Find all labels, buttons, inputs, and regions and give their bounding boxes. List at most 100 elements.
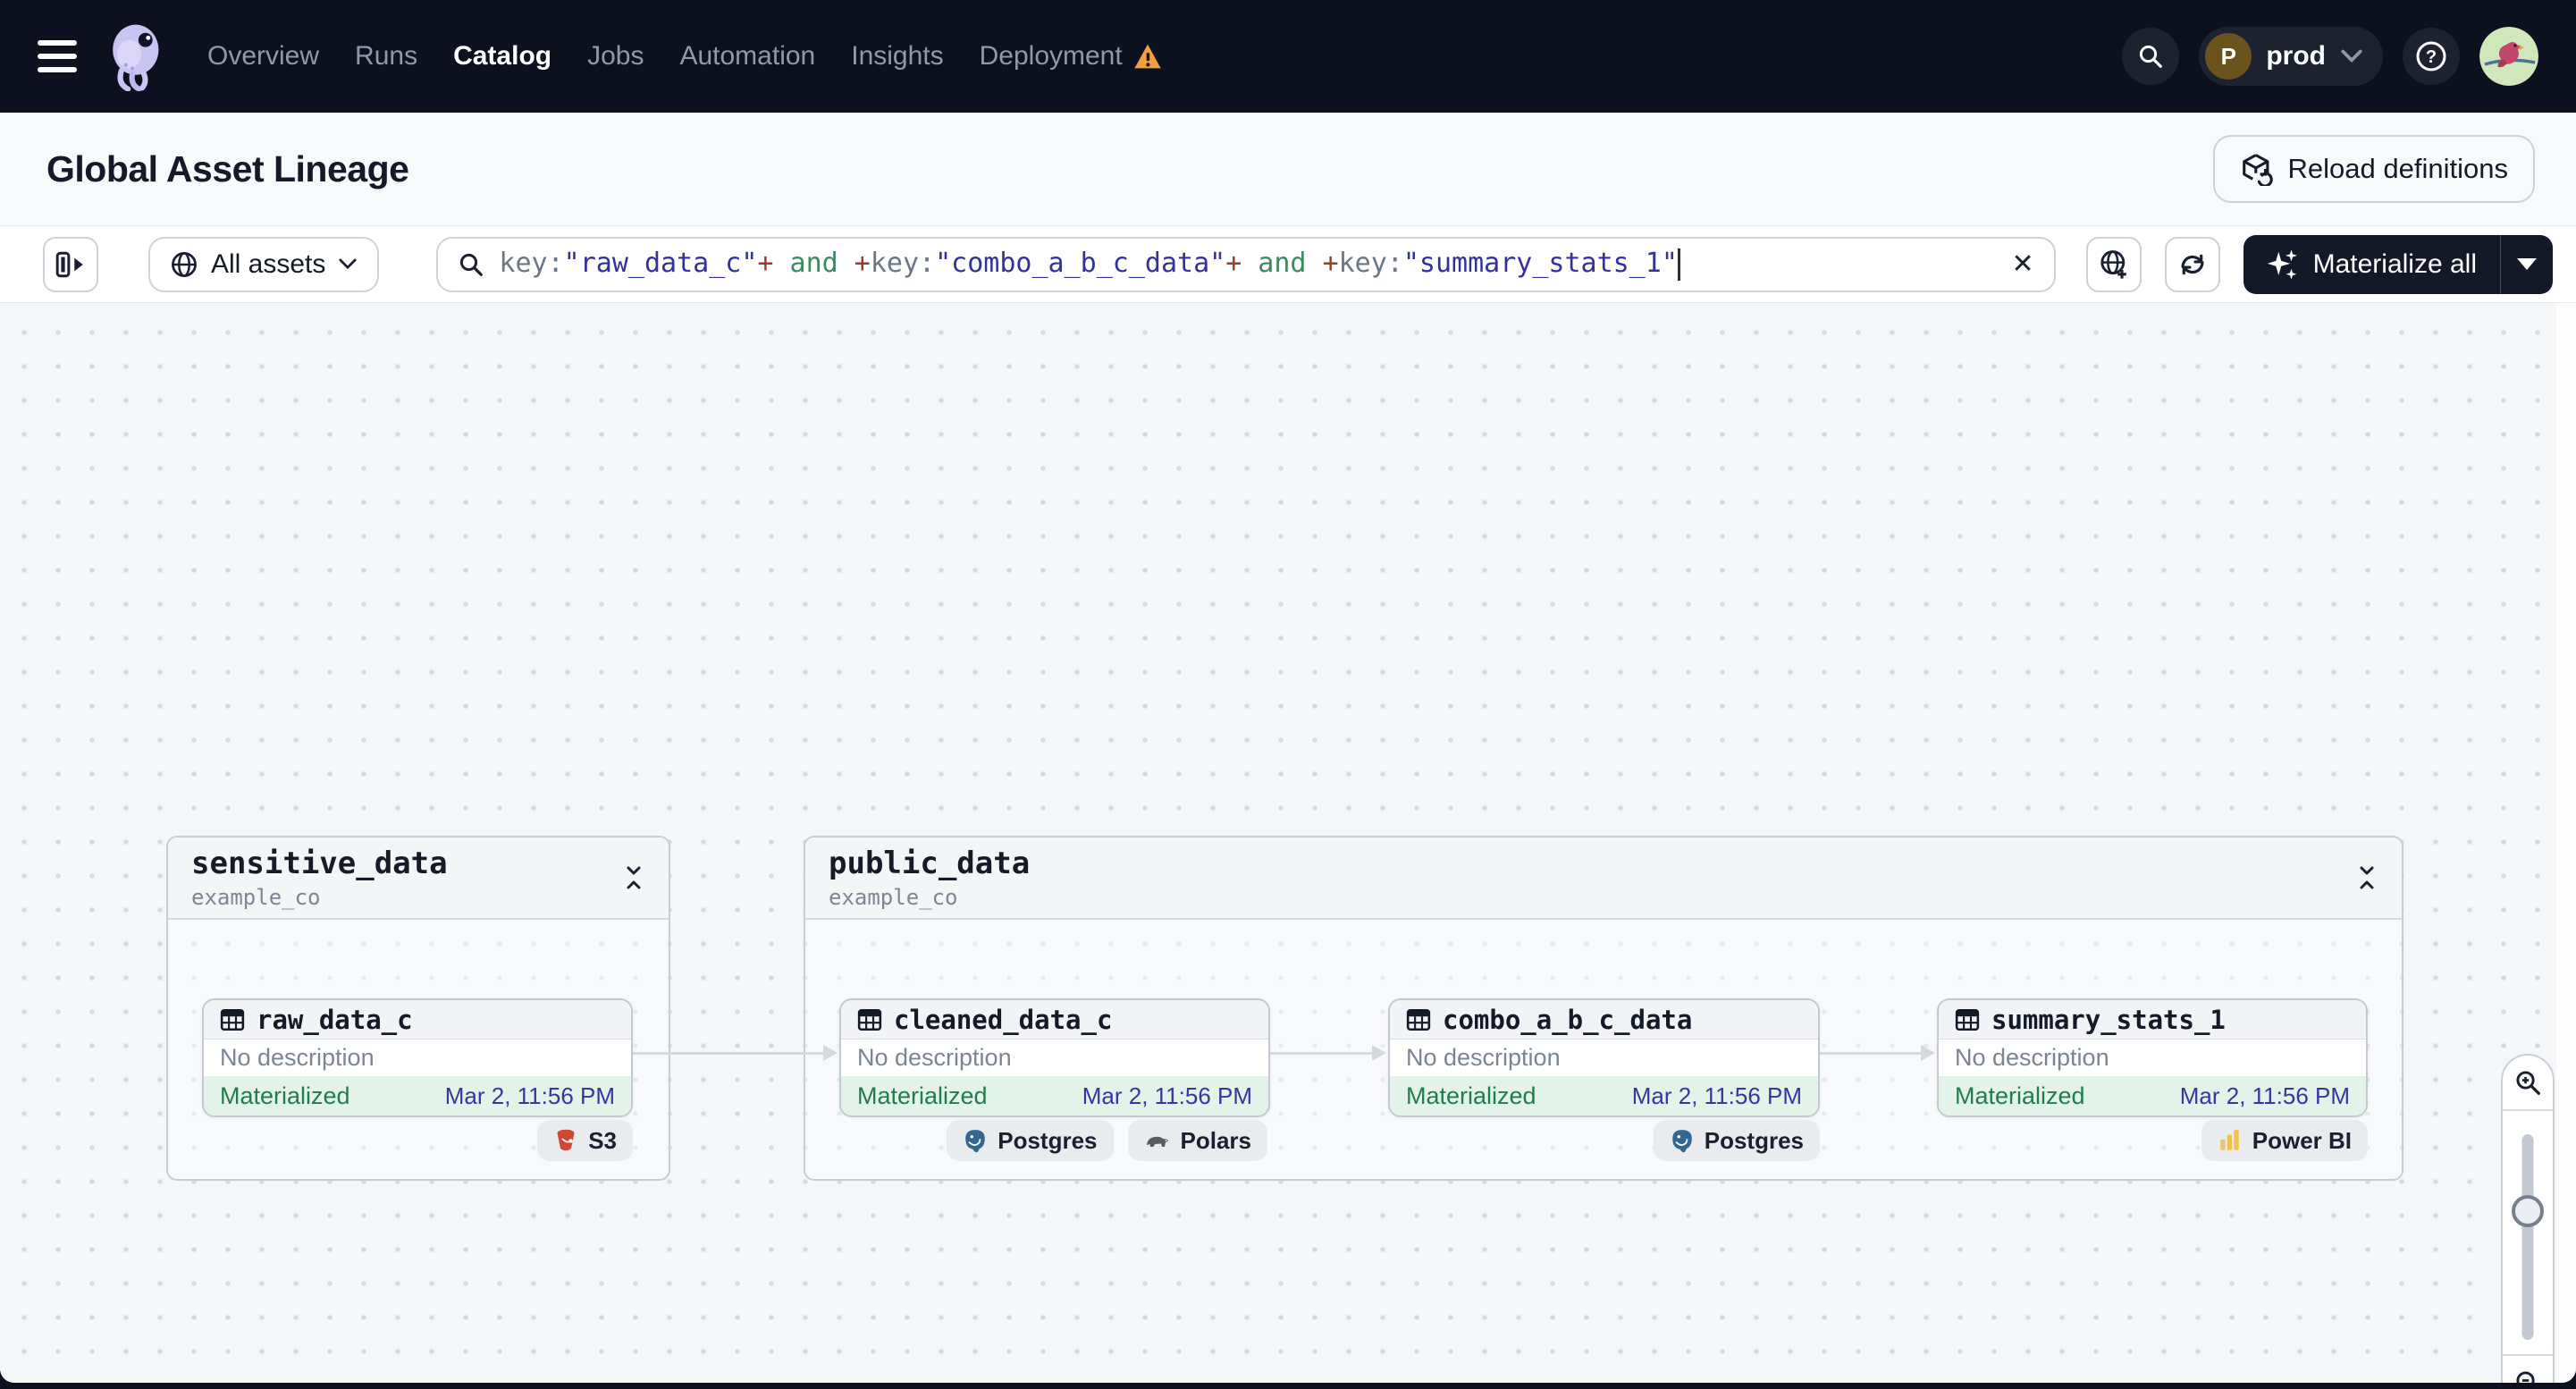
main-content: Global Asset Lineage Reload definitions bbox=[0, 113, 2576, 1383]
kind-badge-label: Power BI bbox=[2252, 1126, 2352, 1154]
asset-description: No description bbox=[1955, 1044, 2109, 1071]
postgres-icon bbox=[1671, 1130, 1692, 1153]
refresh-button[interactable] bbox=[2164, 236, 2220, 292]
canvas-right-gutter bbox=[2556, 303, 2576, 1383]
asset-scope-dropdown[interactable]: All assets bbox=[148, 236, 380, 292]
asset-name: cleaned_data_c bbox=[894, 1004, 1113, 1035]
panel-expand-icon bbox=[55, 251, 83, 277]
help-icon: ? bbox=[2416, 41, 2446, 72]
hamburger-menu-icon[interactable] bbox=[38, 40, 77, 72]
asset-node-cleaned-data-c[interactable]: cleaned_data_c No description Materializ… bbox=[839, 998, 1270, 1117]
collapse-group-icon[interactable] bbox=[622, 864, 645, 891]
search-icon bbox=[2140, 45, 2163, 68]
environment-avatar: P bbox=[2205, 33, 2252, 80]
dagster-logo-icon[interactable] bbox=[102, 21, 172, 91]
asset-name: raw_data_c bbox=[257, 1004, 413, 1035]
collapse-group-icon[interactable] bbox=[2355, 864, 2378, 891]
zoom-out-icon bbox=[2516, 1371, 2535, 1383]
group-header[interactable]: public_data example_co bbox=[805, 838, 2402, 920]
materialize-options-button[interactable] bbox=[2501, 235, 2553, 294]
table-icon bbox=[857, 1008, 882, 1031]
nav-item-deployment-label: Deployment bbox=[979, 41, 1123, 71]
globe-icon bbox=[172, 251, 197, 277]
nav-item-runs[interactable]: Runs bbox=[355, 41, 417, 72]
asset-description: No description bbox=[857, 1044, 1012, 1071]
reload-definitions-button[interactable]: Reload definitions bbox=[2212, 135, 2535, 203]
lineage-toolbar: All assets key:"raw_data_c"+ and +key:"c… bbox=[0, 226, 2576, 303]
top-navbar: Overview Runs Catalog Jobs Automation In… bbox=[0, 0, 2576, 113]
search-icon bbox=[460, 253, 484, 276]
nav-item-insights[interactable]: Insights bbox=[851, 41, 943, 72]
warning-triangle-icon bbox=[1134, 44, 1161, 69]
asset-kind-badges: S3 bbox=[537, 1120, 633, 1161]
navbar-right-cluster: P prod ? bbox=[2122, 27, 2538, 86]
asset-node-raw-data-c[interactable]: raw_data_c No description Materialized M… bbox=[202, 998, 633, 1117]
zoom-in-button[interactable] bbox=[2503, 1056, 2553, 1111]
kind-badge-powerbi: Power BI bbox=[2201, 1120, 2368, 1161]
table-icon bbox=[1406, 1008, 1431, 1031]
page-title: Global Asset Lineage bbox=[46, 147, 409, 189]
materialize-all-label: Materialize all bbox=[2312, 248, 2477, 279]
page-header: Global Asset Lineage Reload definitions bbox=[0, 113, 2576, 226]
s3-bucket-icon bbox=[557, 1129, 575, 1151]
svg-text:?: ? bbox=[2426, 47, 2437, 67]
reload-definitions-icon bbox=[2242, 154, 2273, 186]
user-avatar[interactable] bbox=[2479, 27, 2538, 86]
nav-item-automation[interactable]: Automation bbox=[679, 41, 815, 72]
kind-badge-label: Postgres bbox=[1704, 1126, 1804, 1154]
asset-node-summary-stats-1[interactable]: summary_stats_1 No description Materiali… bbox=[1937, 998, 2368, 1117]
chevron-down-icon bbox=[339, 258, 358, 270]
table-icon bbox=[1955, 1008, 1980, 1031]
kind-badge-label: Polars bbox=[1180, 1126, 1252, 1154]
nav-item-catalog[interactable]: Catalog bbox=[453, 41, 551, 72]
asset-node-combo-a-b-c-data[interactable]: combo_a_b_c_data No description Material… bbox=[1388, 998, 1820, 1117]
nav-item-overview[interactable]: Overview bbox=[207, 41, 319, 72]
asset-kind-badges: Postgres Polars bbox=[947, 1120, 1267, 1161]
asset-selection-query: key:"raw_data_c"+ and +key:"combo_a_b_c_… bbox=[499, 248, 1997, 281]
lineage-graph-canvas[interactable]: sensitive_data example_co public_data ex… bbox=[0, 303, 2576, 1383]
help-button[interactable]: ? bbox=[2403, 28, 2460, 85]
table-icon bbox=[220, 1008, 245, 1031]
zoom-slider-thumb[interactable] bbox=[2512, 1195, 2544, 1227]
asset-status: Materialized bbox=[220, 1082, 350, 1109]
zoom-in-icon bbox=[2516, 1071, 2540, 1095]
materialize-all-button[interactable]: Materialize all bbox=[2243, 235, 2500, 294]
kind-badge-postgres: Postgres bbox=[1653, 1120, 1820, 1161]
group-header[interactable]: sensitive_data example_co bbox=[168, 838, 669, 920]
asset-scope-label: All assets bbox=[211, 248, 326, 279]
nav-item-deployment[interactable]: Deployment bbox=[980, 41, 1162, 72]
group-code-location: example_co bbox=[829, 885, 958, 910]
zoom-slider-track[interactable] bbox=[2521, 1134, 2534, 1340]
kind-badge-polars: Polars bbox=[1127, 1120, 1267, 1161]
asset-name: combo_a_b_c_data bbox=[1443, 1004, 1693, 1035]
reload-definitions-label: Reload definitions bbox=[2287, 153, 2508, 184]
asset-timestamp: Mar 2, 11:56 PM bbox=[1082, 1082, 1252, 1109]
caret-down-icon bbox=[2517, 258, 2537, 270]
asset-selection-input[interactable]: key:"raw_data_c"+ and +key:"combo_a_b_c_… bbox=[436, 236, 2056, 292]
zoom-out-button[interactable] bbox=[2503, 1354, 2553, 1383]
lineage-edge bbox=[1820, 1045, 1935, 1061]
lineage-edge bbox=[633, 1045, 838, 1061]
kind-badge-label: S3 bbox=[588, 1126, 617, 1154]
search-button[interactable] bbox=[2122, 28, 2180, 85]
kind-badge-postgres: Postgres bbox=[947, 1120, 1114, 1161]
environment-switcher[interactable]: P prod bbox=[2199, 27, 2383, 86]
asset-description: No description bbox=[220, 1044, 375, 1071]
asset-timestamp: Mar 2, 11:56 PM bbox=[2179, 1082, 2350, 1109]
text-cursor bbox=[1677, 248, 1680, 281]
open-sidebar-button[interactable] bbox=[43, 236, 98, 292]
asset-name: summary_stats_1 bbox=[1991, 1004, 2226, 1035]
clear-query-icon[interactable]: ✕ bbox=[2011, 250, 2033, 278]
lineage-edge bbox=[1270, 1045, 1386, 1061]
chevron-down-icon bbox=[2341, 49, 2362, 63]
globe-add-icon bbox=[2100, 249, 2126, 279]
asset-kind-badges: Postgres bbox=[1653, 1120, 1820, 1161]
kind-badge-label: Postgres bbox=[998, 1126, 1098, 1154]
group-name: sensitive_data bbox=[191, 846, 448, 881]
asset-status: Materialized bbox=[1955, 1082, 2085, 1109]
materialize-all-split-button: Materialize all bbox=[2243, 234, 2553, 294]
asset-status: Materialized bbox=[1406, 1082, 1536, 1109]
nav-item-jobs[interactable]: Jobs bbox=[587, 41, 644, 72]
view-selection-button[interactable] bbox=[2085, 236, 2142, 292]
asset-timestamp: Mar 2, 11:56 PM bbox=[1631, 1082, 1802, 1109]
